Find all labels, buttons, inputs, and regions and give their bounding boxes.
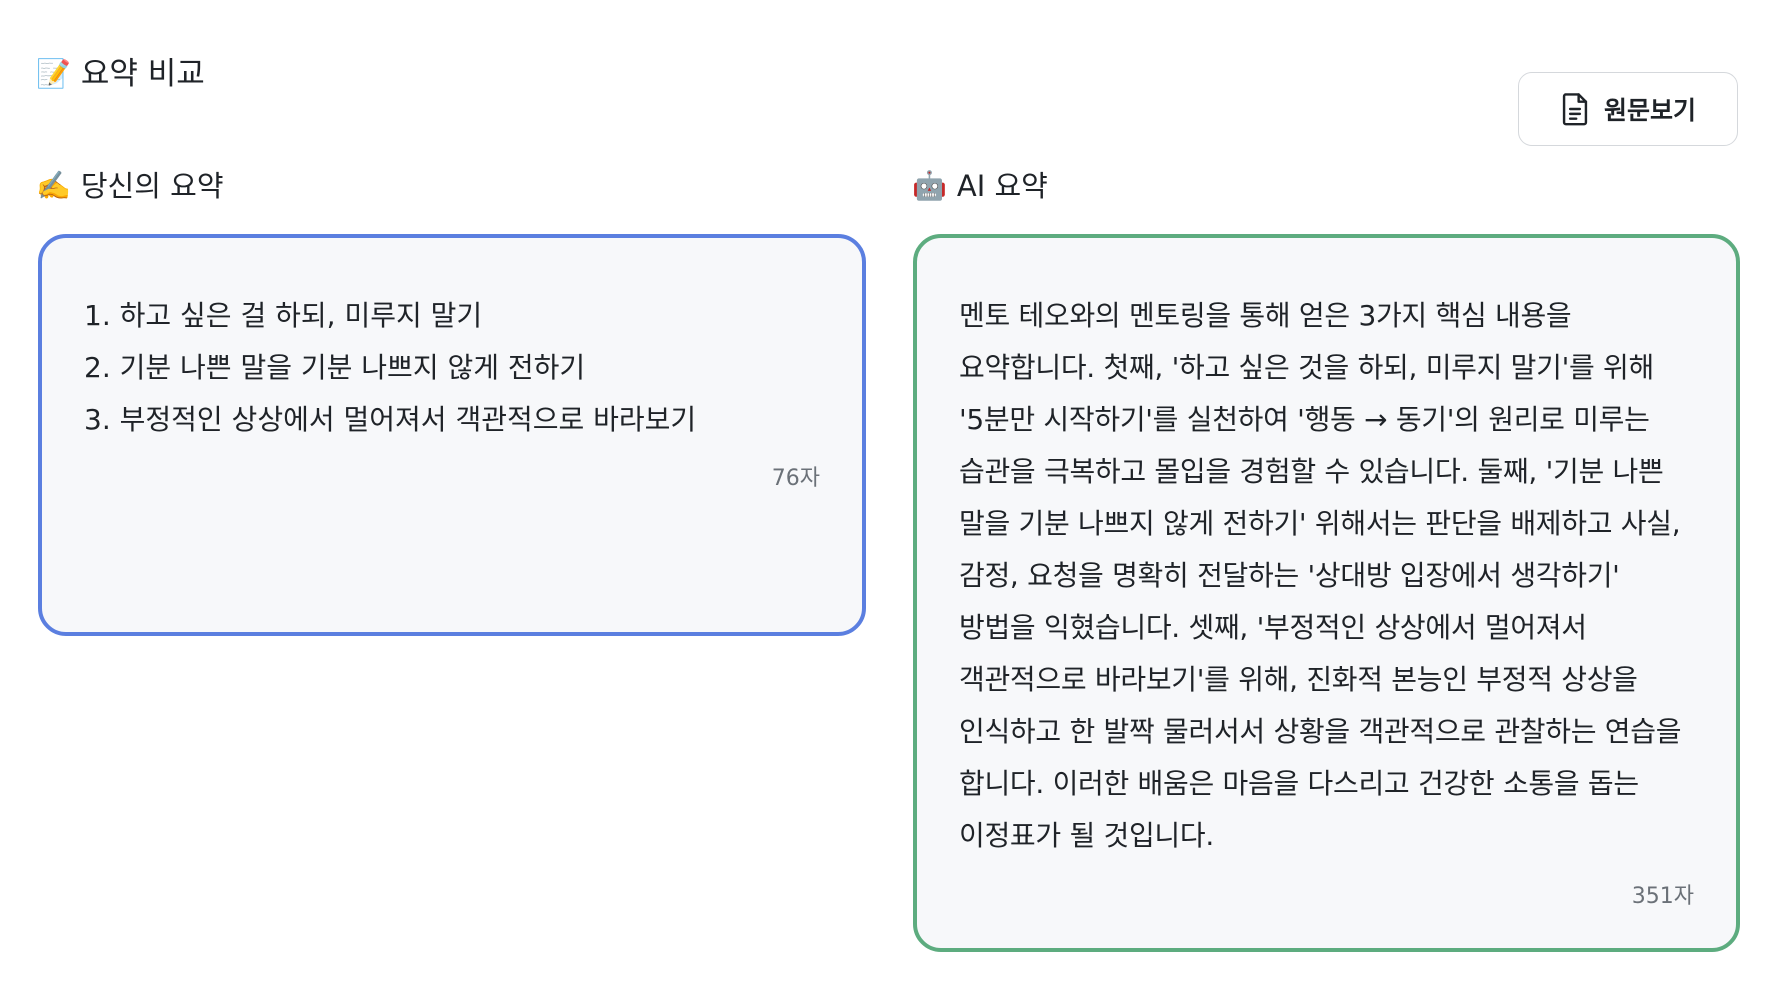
writing-hand-icon: ✍️ <box>36 169 71 202</box>
page-title-text: 요약 비교 <box>80 56 205 92</box>
page-title: 📝 요약 비교 <box>36 54 205 94</box>
user-summary-label-text: 당신의 요약 <box>80 169 224 203</box>
ai-summary-label: 🤖 AI 요약 <box>912 166 1048 206</box>
user-summary-list: 1. 하고 싶은 걸 하되, 미루지 말기 2. 기분 나쁜 말을 기분 나쁘지… <box>84 290 820 446</box>
user-summary-item: 1. 하고 싶은 걸 하되, 미루지 말기 <box>84 299 483 332</box>
ai-char-count: 351자 <box>1631 884 1694 909</box>
memo-icon: 📝 <box>36 57 71 90</box>
view-original-label: 원문보기 <box>1603 96 1696 125</box>
ai-summary-text: 멘토 테오와의 멘토링을 통해 얻은 3가지 핵심 내용을 요약합니다. 첫째,… <box>959 299 1682 852</box>
user-summary-item: 2. 기분 나쁜 말을 기분 나쁘지 않게 전하기 <box>84 351 586 384</box>
user-summary-label: ✍️ 당신의 요약 <box>36 166 224 206</box>
document-icon <box>1562 93 1588 126</box>
view-original-button[interactable]: 원문보기 <box>1518 72 1738 146</box>
robot-icon: 🤖 <box>912 169 947 202</box>
user-summary-box: 1. 하고 싶은 걸 하되, 미루지 말기 2. 기분 나쁜 말을 기분 나쁘지… <box>38 234 866 636</box>
user-summary-item: 3. 부정적인 상상에서 멀어져서 객관적으로 바라보기 <box>84 403 697 436</box>
user-char-count: 76자 <box>771 466 820 491</box>
ai-summary-label-text: AI 요약 <box>956 169 1048 203</box>
ai-summary-box: 멘토 테오와의 멘토링을 통해 얻은 3가지 핵심 내용을 요약합니다. 첫째,… <box>913 234 1740 952</box>
